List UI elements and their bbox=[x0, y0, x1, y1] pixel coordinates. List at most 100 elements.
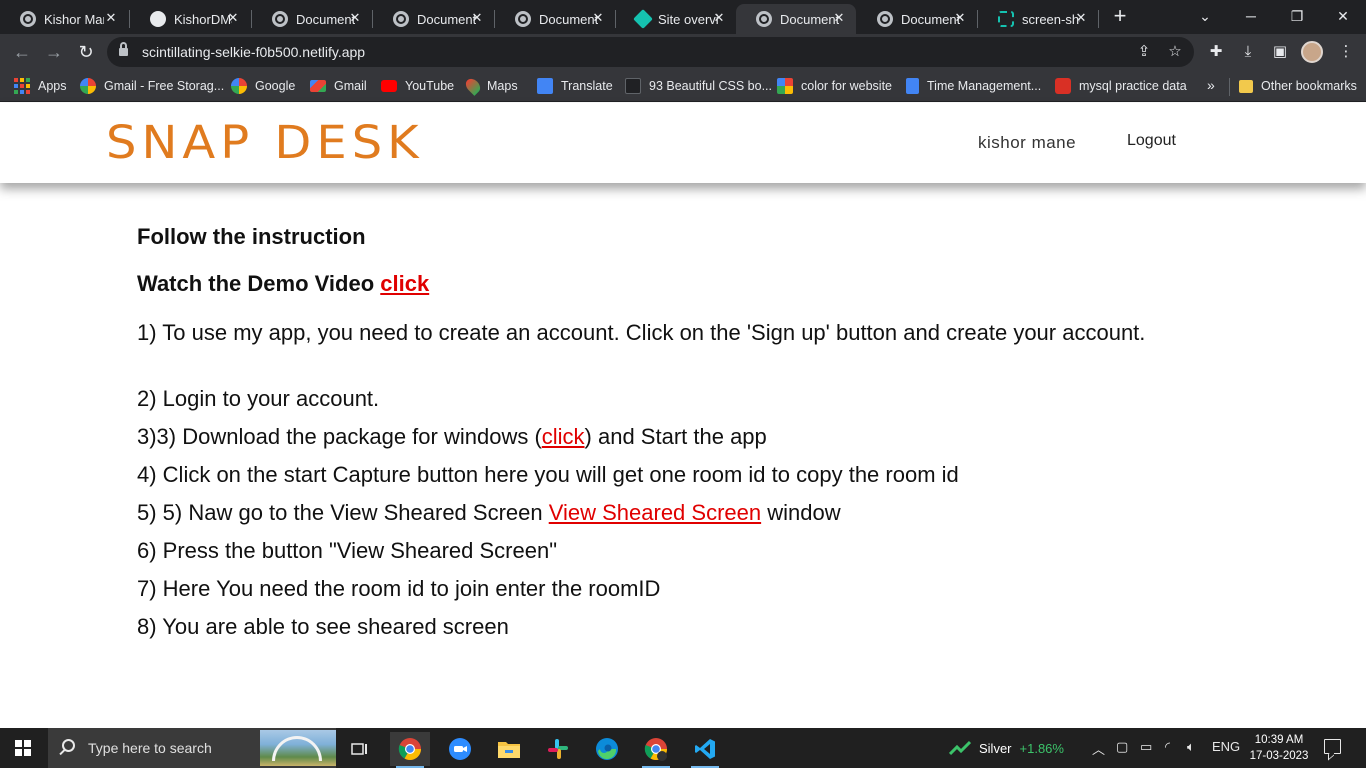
tab-github[interactable]: KishorDMa ✕ bbox=[130, 4, 250, 34]
new-tab-button[interactable]: + bbox=[1108, 5, 1132, 29]
tab-document-2[interactable]: Document ✕ bbox=[373, 4, 494, 34]
step-3-text: 3)3) Download the package for windows ( bbox=[137, 424, 542, 449]
bookmarks-overflow-button[interactable]: » bbox=[1207, 77, 1215, 93]
zoom-icon[interactable] bbox=[440, 732, 480, 766]
bookmark-other-bookmarks[interactable]: Other bookmarks bbox=[1239, 76, 1357, 96]
edge-icon[interactable] bbox=[587, 732, 627, 766]
slack-icon[interactable] bbox=[538, 732, 578, 766]
close-icon[interactable]: ✕ bbox=[832, 11, 846, 25]
globe-icon bbox=[272, 11, 288, 27]
step-3-text-end: ) and Start the app bbox=[584, 424, 767, 449]
bookmark-gmail-free-storage[interactable]: Gmail - Free Storag... bbox=[80, 76, 224, 96]
tab-site-overview[interactable]: Site overvi ✕ bbox=[616, 4, 736, 34]
bookmark-time-management[interactable]: Time Management... bbox=[906, 76, 1041, 96]
close-icon[interactable]: ✕ bbox=[226, 11, 240, 25]
side-panel-icon[interactable]: ▣ bbox=[1270, 42, 1290, 62]
close-icon[interactable]: ✕ bbox=[1074, 11, 1088, 25]
menu-kebab-icon[interactable]: ⋮ bbox=[1336, 42, 1356, 62]
extensions-puzzle-icon[interactable]: ✚ bbox=[1206, 42, 1226, 62]
tab-title: Document bbox=[539, 11, 599, 27]
file-explorer-icon[interactable] bbox=[489, 732, 529, 766]
bookmark-mysql-practice[interactable]: mysql practice data bbox=[1055, 76, 1187, 96]
step-3: 3)3) Download the package for windows (c… bbox=[137, 423, 767, 451]
demo-video-link[interactable]: click bbox=[380, 271, 429, 296]
globe-icon bbox=[756, 11, 772, 27]
bookmark-youtube[interactable]: YouTube bbox=[381, 76, 454, 96]
tab-document-4[interactable]: Document ✕ bbox=[857, 4, 977, 34]
snap-desk-logo[interactable]: SNAP DESK bbox=[106, 118, 424, 167]
bookmark-label: 93 Beautiful CSS bo... bbox=[649, 79, 772, 93]
bookmark-gmail[interactable]: Gmail bbox=[310, 76, 367, 96]
bookmark-google[interactable]: Google bbox=[231, 76, 295, 96]
stock-widget[interactable]: Silver +1.86% bbox=[949, 740, 1064, 756]
tab-screen-share[interactable]: screen-she ✕ bbox=[978, 4, 1098, 34]
logout-link[interactable]: Logout bbox=[1127, 132, 1176, 150]
tab-title: Document bbox=[417, 11, 477, 27]
minimize-icon[interactable]: ─ bbox=[1228, 3, 1274, 29]
close-icon[interactable]: ✕ bbox=[470, 11, 484, 25]
bookmark-label: Gmail bbox=[334, 79, 367, 93]
download-icon[interactable]: ⤓ bbox=[1238, 42, 1258, 62]
notification-center-icon[interactable] bbox=[1324, 739, 1341, 754]
chrome-profile-taskbar-icon[interactable] bbox=[636, 732, 676, 768]
close-icon[interactable]: ✕ bbox=[712, 11, 726, 25]
tab-document-3[interactable]: Document ✕ bbox=[495, 4, 615, 34]
close-icon[interactable]: ✕ bbox=[591, 11, 605, 25]
windows-start-icon[interactable] bbox=[15, 740, 31, 756]
language-indicator[interactable]: ENG bbox=[1212, 739, 1240, 754]
youtube-icon bbox=[381, 80, 397, 92]
maps-pin-icon bbox=[463, 76, 483, 96]
bookmark-translate[interactable]: Translate bbox=[537, 76, 613, 96]
github-icon bbox=[150, 11, 166, 27]
bookmark-label: Gmail - Free Storag... bbox=[104, 79, 225, 93]
meet-now-icon[interactable]: ▢ bbox=[1116, 739, 1128, 755]
demo-video-text: Watch the Demo Video bbox=[137, 271, 381, 296]
volume-icon[interactable]: 🔈︎ bbox=[1187, 739, 1195, 755]
restore-icon[interactable]: ❐ bbox=[1274, 3, 1320, 29]
url-text[interactable]: scintillating-selkie-f0b500.netlify.app bbox=[142, 44, 365, 60]
docs-icon bbox=[906, 78, 919, 94]
step-6: 6) Press the button "View Sheared Screen… bbox=[137, 538, 558, 563]
bookmark-maps[interactable]: Maps bbox=[463, 76, 518, 96]
search-highlight-image bbox=[260, 730, 336, 766]
forward-arrow-icon[interactable]: → bbox=[42, 40, 66, 64]
task-view-icon[interactable] bbox=[340, 732, 380, 766]
close-icon[interactable]: ✕ bbox=[953, 11, 967, 25]
search-placeholder: Type here to search bbox=[88, 740, 212, 756]
address-bar[interactable]: scintillating-selkie-f0b500.netlify.app … bbox=[107, 37, 1194, 67]
google-icon bbox=[80, 78, 96, 94]
tab-title: Document bbox=[901, 11, 961, 27]
show-hidden-icons-chevron-icon[interactable]: ︿ bbox=[1092, 739, 1105, 758]
bookmark-color-for-website[interactable]: color for website bbox=[777, 76, 892, 96]
demo-video-heading: Watch the Demo Video click bbox=[137, 271, 429, 297]
lock-icon[interactable] bbox=[119, 42, 128, 57]
tab-kishor-mane[interactable]: Kishor Man ✕ bbox=[0, 4, 128, 34]
reload-icon[interactable]: ↻ bbox=[74, 40, 98, 64]
bookmark-apps[interactable]: Apps bbox=[14, 76, 67, 96]
close-icon[interactable]: ✕ bbox=[104, 11, 118, 25]
view-sheared-screen-link[interactable]: View Sheared Screen bbox=[549, 500, 761, 525]
back-arrow-icon[interactable]: ← bbox=[10, 40, 34, 64]
battery-icon[interactable]: ▭ bbox=[1140, 739, 1152, 755]
bookmark-star-icon[interactable]: ☆ bbox=[1165, 42, 1185, 62]
bookmark-label: YouTube bbox=[405, 79, 455, 93]
profile-avatar[interactable] bbox=[1301, 41, 1323, 63]
stock-name: Silver bbox=[979, 740, 1012, 756]
vscode-icon[interactable] bbox=[685, 732, 725, 768]
tab-search-chevron-icon[interactable]: ⌄ bbox=[1182, 3, 1228, 29]
browser-tab-strip: Kishor Man ✕ KishorDMa ✕ Document ✕ Docu… bbox=[0, 0, 1366, 34]
wifi-icon[interactable]: ◜ bbox=[1165, 739, 1170, 755]
download-package-link[interactable]: click bbox=[542, 424, 585, 449]
bookmark-label: Other bookmarks bbox=[1261, 79, 1357, 93]
google-icon bbox=[231, 78, 247, 94]
share-icon[interactable]: ⇪ bbox=[1134, 42, 1154, 62]
bookmark-css-buttons[interactable]: 93 Beautiful CSS bo... bbox=[625, 76, 772, 96]
tab-document-1[interactable]: Document ✕ bbox=[252, 4, 372, 34]
tab-document-active[interactable]: Document ✕ bbox=[736, 4, 856, 34]
chrome-taskbar-icon[interactable] bbox=[390, 732, 430, 768]
close-icon[interactable]: ✕ bbox=[348, 11, 362, 25]
taskbar-search-box[interactable]: Type here to search bbox=[48, 728, 336, 768]
system-clock[interactable]: 10:39 AM 17-03-2023 bbox=[1246, 732, 1312, 764]
bookmark-label: Apps bbox=[38, 79, 67, 93]
close-window-icon[interactable]: ✕ bbox=[1320, 3, 1366, 29]
